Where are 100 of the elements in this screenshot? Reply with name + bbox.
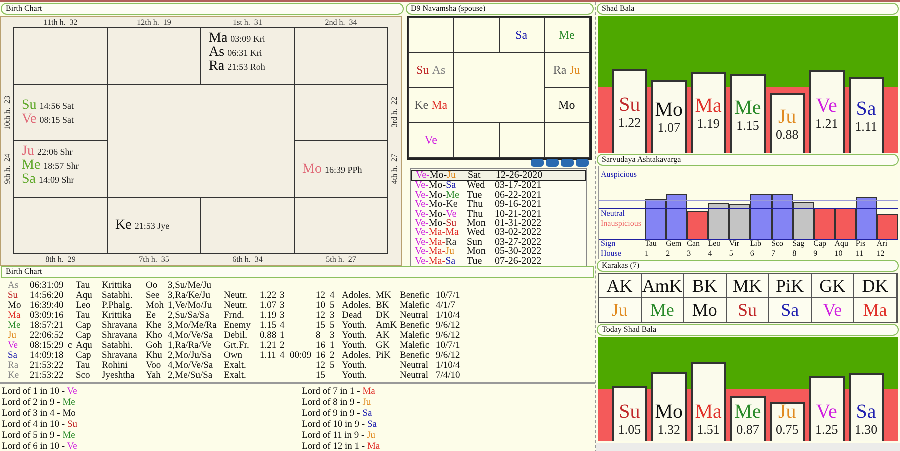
table-cell-text: 1.22 xyxy=(260,291,278,301)
table-cell-text: 16:39:40 xyxy=(30,301,65,311)
dasha-lord: Ke xyxy=(446,199,458,210)
table-cell-text: 3 xyxy=(280,301,286,311)
toolbar-button[interactable] xyxy=(531,159,544,167)
planet-label: Ve xyxy=(816,401,838,423)
weekday: Thu xyxy=(467,200,484,210)
planet-label: Me xyxy=(734,401,762,423)
table-cell-text: 1.19 xyxy=(260,311,278,321)
dasha-lord: Ve- xyxy=(415,208,429,220)
house-label: 6th h. 34 xyxy=(232,254,263,265)
table-cell-text: Malefic xyxy=(400,341,431,351)
date: 01-31-2022 xyxy=(495,219,543,228)
planet-label: Mo xyxy=(302,162,322,177)
dasha-row[interactable]: Ve-Mo-Me Tue 06-22-2021 xyxy=(411,190,586,200)
table-cell-text: Frnd. xyxy=(224,311,246,321)
panel-title: Birth Chart xyxy=(1,266,594,278)
table-cell-text: 1/10/4 xyxy=(436,311,462,321)
table-cell-text: 18:57:21 xyxy=(30,321,65,331)
table-cell-text: 1 xyxy=(330,341,336,351)
table-cell-text: Malefic xyxy=(400,301,431,311)
lord-text: Lord of 12 in 1 - xyxy=(302,442,366,451)
house-label: 4th h. 27 xyxy=(390,154,400,184)
table-cell-text: 3,Ra/Ke/Ju xyxy=(168,291,212,301)
sign-label: Can xyxy=(687,239,702,249)
dasha-lord: Ve- xyxy=(415,227,429,238)
weekday: Mon xyxy=(467,219,487,228)
lord-text: Lord of 8 in 9 - xyxy=(302,398,362,408)
dasha-row[interactable]: Ve-Ma-Ra Sun 03-27-2022 xyxy=(411,238,586,248)
date: 10-21-2021 xyxy=(495,210,543,220)
table-cell-text: 2 xyxy=(280,341,286,351)
table-cell-text: Voo xyxy=(146,361,162,371)
dasha-row[interactable]: Ve-Ma-Sa Tue 07-26-2022 xyxy=(411,256,586,266)
table-cell-text: 4,Mo/Ve/Sa xyxy=(168,331,214,341)
strength-value: 1.19 xyxy=(697,117,720,132)
house-label: 3rd h. 22 xyxy=(390,97,400,128)
zone-label: Auspicious xyxy=(601,170,637,179)
planet-label: As xyxy=(209,46,225,60)
table-cell-text: Yah xyxy=(146,371,162,381)
karaka-label: AmK xyxy=(642,276,682,296)
sign-label: Cap xyxy=(814,239,828,249)
sign-label: Vir xyxy=(729,239,741,249)
dasha-row[interactable]: Ve-Ma-Ju Mon 05-30-2022 xyxy=(411,247,586,257)
dasha-row[interactable]: Ve-Mo-Ve Thu 10-21-2021 xyxy=(411,210,586,220)
lord-text: Lord of 11 in 9 - xyxy=(302,431,366,441)
dasha-lord: Me xyxy=(446,190,460,201)
table-cell-text: 08:15:29 xyxy=(30,341,65,351)
strength-value: 0.87 xyxy=(736,423,760,437)
table-cell-text: Debil. xyxy=(224,331,248,341)
dasha-row[interactable]: Ve-Mo-Sa Wed 03-17-2021 xyxy=(411,181,586,191)
planet-position: 03:09 Kri xyxy=(230,33,266,46)
date: 05-30-2022 xyxy=(495,247,543,257)
house-label: 1st h. 31 xyxy=(233,18,262,28)
axis-label: House xyxy=(600,249,622,259)
toolbar-button[interactable] xyxy=(546,159,559,167)
planet-label: Su xyxy=(8,291,20,301)
table-cell-text: 4 xyxy=(280,321,286,331)
table-cell-text: 12 xyxy=(316,311,326,321)
table-cell-text: Youth. xyxy=(342,361,368,371)
dasha-row[interactable]: Ve-Mo-Ke Thu 09-16-2021 xyxy=(411,200,586,210)
table-cell-text: Krittika xyxy=(102,281,133,291)
dasha-row[interactable]: Ve-Ma-Ma Wed 03-02-2022 xyxy=(411,228,586,238)
toolbar-button[interactable] xyxy=(561,159,574,167)
planet-position: 18:57 Shr xyxy=(44,160,79,174)
dasha-row[interactable]: Ve-Mo-Ju Sat 12-26-2020 xyxy=(411,170,586,182)
table-cell-text: 03:09:16 xyxy=(30,311,65,321)
sign-label: Leo xyxy=(708,239,722,249)
dasha-lord: Mo- xyxy=(428,218,446,230)
planet-label: Ve xyxy=(424,132,438,148)
table-cell-text: 4 xyxy=(280,351,286,361)
planet-label: Su xyxy=(67,420,78,430)
table-cell-text: AK xyxy=(376,331,391,341)
dasha-lord: Ve- xyxy=(415,180,429,192)
dasha-lord: Ma- xyxy=(428,236,446,248)
table-cell-text: Own xyxy=(224,351,244,361)
sign-label: Aqu xyxy=(834,239,850,249)
planet-label: Ju xyxy=(367,431,376,441)
date: 07-26-2022 xyxy=(495,256,543,266)
table-cell-text: PiK xyxy=(376,351,392,361)
house-number: 7 xyxy=(772,249,776,259)
dasha-row[interactable]: Ve-Mo-Su Mon 01-31-2022 xyxy=(411,219,586,228)
table-cell-text: 0.88 xyxy=(260,331,278,341)
zone-label: Neutral xyxy=(601,209,625,218)
table-cell-text: Satabhi. xyxy=(102,341,134,351)
house-label: 5th h. 27 xyxy=(326,254,356,265)
table-cell-text: Benefic xyxy=(400,291,431,301)
sign-label: Gem xyxy=(666,239,683,249)
house-label: 12th h. 19 xyxy=(137,18,172,28)
panel-title: Karakas (7) xyxy=(597,260,899,272)
table-cell-text: 1,Ve/Mo/Ju xyxy=(168,301,214,311)
table-cell-text: See xyxy=(146,291,161,301)
house-label: 2nd h. 34 xyxy=(325,18,358,28)
table-cell-text: Malefic xyxy=(400,331,431,341)
karaka-label: PiK xyxy=(776,276,804,296)
planet-label: Sa xyxy=(8,351,18,361)
house-label: 10th h. 23 xyxy=(2,96,12,130)
toolbar-button[interactable] xyxy=(576,159,589,167)
panel-title: Sarvudaya Ashtakavarga xyxy=(597,154,899,166)
dasha-lord: Mo- xyxy=(428,180,446,192)
table-cell-text: Cap xyxy=(76,331,92,341)
